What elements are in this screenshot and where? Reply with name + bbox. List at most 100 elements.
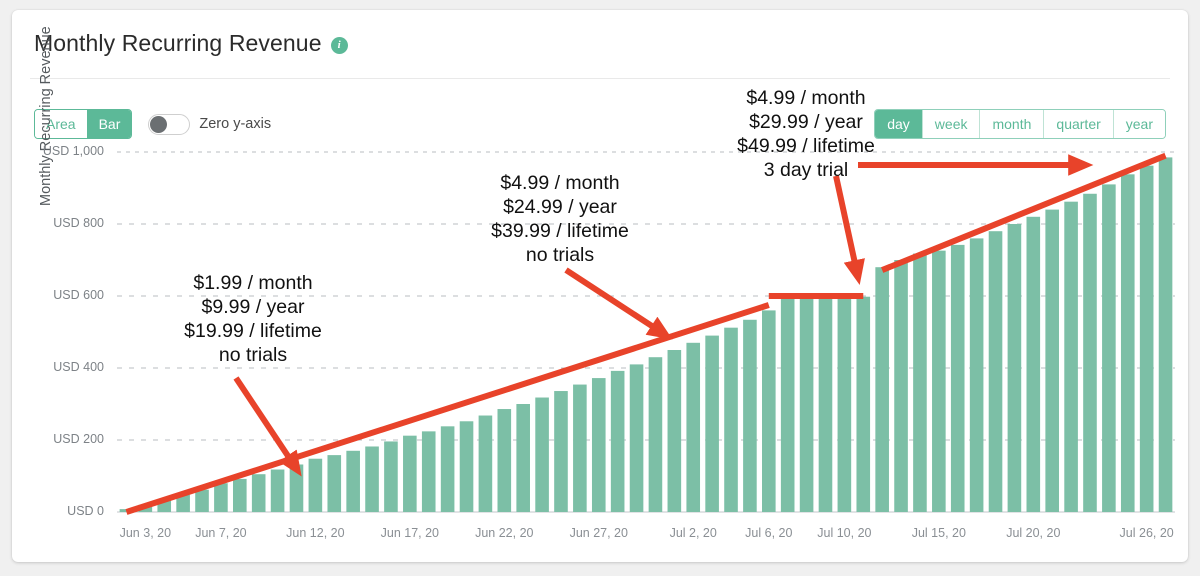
header-divider	[30, 78, 1170, 79]
chart-bar[interactable]	[421, 431, 436, 512]
chart-bar[interactable]	[138, 504, 153, 512]
chart-bar[interactable]	[705, 335, 719, 512]
chart-bar[interactable]	[440, 426, 455, 512]
x-axis-tick-label: Jul 2, 20	[669, 526, 717, 540]
page-title: Monthly Recurring Revenue	[34, 30, 322, 56]
x-axis-tick-label: Jul 26, 20	[1119, 526, 1174, 540]
period-option-month[interactable]: month	[980, 110, 1045, 138]
annotation-line: $1.99 / month	[193, 272, 313, 294]
chart-bar[interactable]	[950, 244, 965, 512]
chart-bar[interactable]	[214, 483, 228, 512]
x-axis-tick-label: Jul 6, 20	[745, 526, 793, 540]
chart-bar[interactable]	[799, 296, 814, 512]
chart-bar[interactable]	[516, 404, 530, 512]
chart-bar[interactable]	[686, 342, 701, 512]
mrr-card: Monthly Recurring Revenue i Area Bar Zer…	[12, 10, 1188, 562]
chart-bar[interactable]	[497, 409, 512, 512]
x-axis-tick-label: Jun 3, 20	[119, 526, 172, 540]
chart-bar[interactable]	[1007, 224, 1022, 512]
chart-bar[interactable]	[327, 455, 342, 512]
chart-bar[interactable]	[554, 391, 568, 512]
chart-bar[interactable]	[1102, 184, 1116, 512]
x-axis-tick-label: Jun 17, 20	[380, 526, 440, 540]
chart-type-option-area[interactable]: Area	[35, 110, 88, 138]
info-icon[interactable]: i	[330, 36, 348, 54]
chart-bar[interactable]	[988, 231, 1003, 512]
chart-bar[interactable]	[969, 238, 984, 512]
chart-type-option-bar[interactable]: Bar	[87, 110, 132, 138]
trend-line-segment	[125, 302, 770, 515]
chart-bar[interactable]	[346, 450, 360, 512]
chart-toolbar: Area Bar Zero y-axis	[34, 109, 271, 139]
chart-bar[interactable]	[365, 446, 379, 512]
arrow-to-pricing-2	[564, 267, 673, 340]
chart-bar[interactable]	[1083, 193, 1097, 512]
chart-bar[interactable]	[1026, 216, 1041, 513]
chart-bar[interactable]	[762, 310, 776, 512]
chart-bar[interactable]	[591, 378, 606, 512]
chart-bar[interactable]	[233, 478, 247, 512]
period-option-quarter[interactable]: quarter	[1044, 110, 1114, 138]
chart-bar[interactable]	[459, 421, 474, 512]
y-axis-tick-label: USD 0	[67, 504, 104, 518]
chart-bar[interactable]	[1045, 209, 1059, 512]
period-option-week[interactable]: week	[922, 110, 981, 138]
period-option-year[interactable]: year	[1113, 110, 1165, 138]
chart-bar[interactable]	[573, 384, 587, 512]
chart-bar[interactable]	[176, 494, 190, 512]
period-selector[interactable]: day week month quarter year	[874, 109, 1166, 139]
x-axis-tick-label: Jun 22, 20	[475, 526, 534, 540]
toggle-knob	[150, 115, 168, 133]
chart-bar[interactable]	[195, 489, 209, 512]
chart-bar[interactable]	[308, 458, 323, 512]
annotation-line: $9.99 / year	[201, 296, 305, 318]
annotation-line: $29.99 / year	[749, 111, 863, 133]
chart-bar[interactable]	[1158, 157, 1173, 512]
x-axis-tick-label: Jun 12, 20	[286, 526, 345, 540]
annotation-line: no trials	[218, 344, 288, 366]
chart-bar[interactable]	[270, 469, 285, 512]
annotation-pricing-1: $1.99 / month $9.99 / year $19.99 / lifeti…	[184, 271, 322, 367]
annotation-line: $4.99 / month	[746, 87, 866, 109]
annotation-pricing-2: $4.99 / month $24.99 / year $39.99 / lifet…	[491, 171, 629, 267]
chart-bar[interactable]	[157, 500, 172, 512]
chart-bar[interactable]	[818, 297, 833, 512]
chart-type-toggle-group[interactable]: Area Bar	[34, 109, 133, 139]
screenshot-root: Monthly Recurring Revenue i Area Bar Zer…	[0, 0, 1200, 576]
chart-bar[interactable]	[724, 327, 738, 512]
zero-y-axis-toggle-wrap: Zero y-axis	[148, 113, 271, 135]
chart-bar[interactable]	[384, 441, 398, 512]
chart-bar[interactable]	[629, 364, 644, 512]
chart-bar[interactable]	[1064, 201, 1078, 512]
chart-canvas	[117, 151, 1175, 515]
x-axis-tick-label: Jul 10, 20	[817, 526, 872, 540]
zero-y-axis-toggle[interactable]	[148, 113, 191, 135]
chart-bar[interactable]	[610, 370, 625, 512]
period-option-day[interactable]: day	[875, 110, 923, 138]
chart-bar[interactable]	[478, 415, 493, 512]
chart-bar[interactable]	[780, 298, 795, 512]
chart-bar[interactable]	[403, 435, 417, 512]
annotation-line: $39.99 / lifetime	[491, 220, 629, 242]
chart-bar[interactable]	[119, 509, 134, 512]
chart-bar[interactable]	[648, 357, 663, 512]
chart-bar[interactable]	[1139, 165, 1154, 512]
y-axis-tick-label: USD 400	[53, 360, 104, 374]
chart-bar[interactable]	[856, 296, 871, 512]
arrow-to-pricing-3	[833, 175, 865, 286]
chart-bar[interactable]	[667, 350, 682, 512]
annotation-line: $24.99 / year	[503, 196, 617, 218]
y-axis-tick-label: USD 1,000	[42, 144, 104, 158]
card-header: Monthly Recurring Revenue i	[12, 10, 1188, 80]
chart-bar[interactable]	[894, 260, 908, 512]
chart-bar[interactable]	[1120, 174, 1135, 512]
chart-bar[interactable]	[289, 464, 304, 512]
chart-bar[interactable]	[251, 474, 266, 512]
chart-bar[interactable]	[913, 253, 927, 512]
chart-bar[interactable]	[932, 250, 946, 512]
chart-bar[interactable]	[743, 319, 757, 512]
chart-bar[interactable]	[837, 296, 852, 512]
chart-bar[interactable]	[535, 397, 549, 512]
chart-bar[interactable]	[875, 267, 889, 512]
annotation-line: $49.99 / lifetime	[737, 135, 875, 157]
